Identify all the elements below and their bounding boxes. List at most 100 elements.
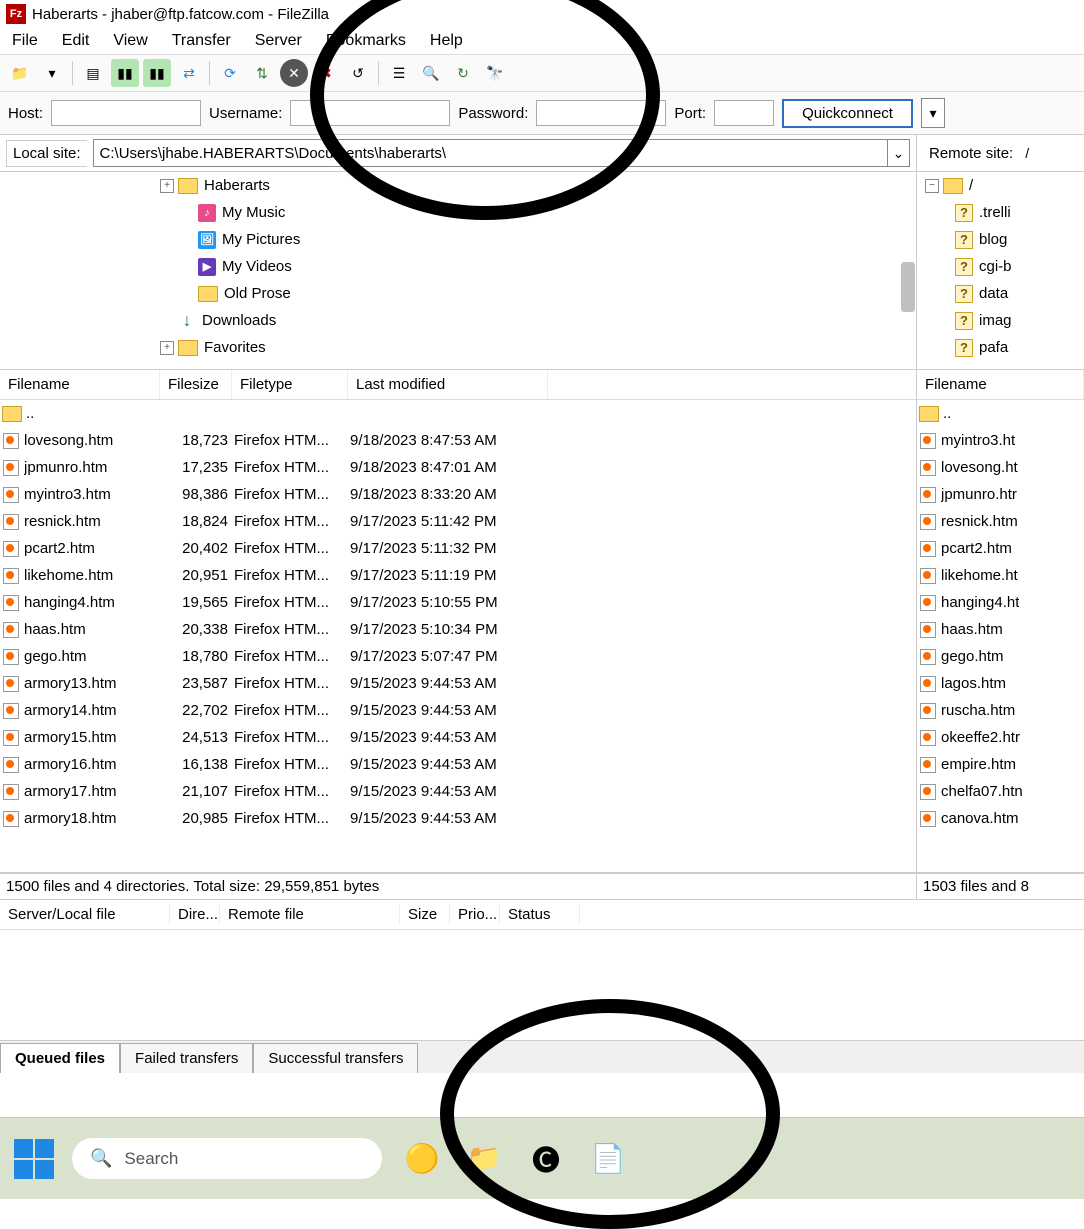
file-row[interactable]: gego.htm18,780Firefox HTM...9/17/2023 5:… xyxy=(0,643,916,670)
menu-help[interactable]: Help xyxy=(430,32,463,50)
queue-col[interactable]: Server/Local file xyxy=(0,904,170,925)
toggle-local-tree-icon[interactable]: ▮▮ xyxy=(111,59,139,87)
menu-transfer[interactable]: Transfer xyxy=(172,32,231,50)
col-filesize[interactable]: Filesize xyxy=(160,370,232,399)
file-row[interactable]: resnick.htm xyxy=(917,508,1084,535)
file-row[interactable]: armory13.htm23,587Firefox HTM...9/15/202… xyxy=(0,670,916,697)
queue-col[interactable]: Remote file xyxy=(220,904,400,925)
file-row[interactable]: armory16.htm16,138Firefox HTM...9/15/202… xyxy=(0,751,916,778)
file-row[interactable]: armory18.htm20,985Firefox HTM...9/15/202… xyxy=(0,805,916,832)
menu-edit[interactable]: Edit xyxy=(62,32,90,50)
remote-file-list[interactable]: Filename ..myintro3.htlovesong.htjpmunro… xyxy=(916,370,1084,872)
file-row[interactable]: resnick.htm18,824Firefox HTM...9/17/2023… xyxy=(0,508,916,535)
file-row[interactable]: likehome.htm20,951Firefox HTM...9/17/202… xyxy=(0,562,916,589)
queue-col[interactable]: Status xyxy=(500,904,580,925)
queue-col[interactable]: Size xyxy=(400,904,450,925)
file-row[interactable]: lovesong.ht xyxy=(917,454,1084,481)
host-input[interactable] xyxy=(51,100,201,126)
search-remote-icon[interactable]: 🔭 xyxy=(481,59,509,87)
quickconnect-button[interactable]: Quickconnect xyxy=(782,99,913,128)
tree-item[interactable]: ?pafa xyxy=(925,334,1084,361)
file-row[interactable]: lovesong.htm18,723Firefox HTM...9/18/202… xyxy=(0,427,916,454)
quickconnect-dropdown-icon[interactable]: ▾ xyxy=(921,98,945,128)
file-row[interactable]: hanging4.ht xyxy=(917,589,1084,616)
col-filetype[interactable]: Filetype xyxy=(232,370,348,399)
taskbar-file-explorer-icon[interactable]: 📁 xyxy=(462,1137,506,1181)
file-row[interactable]: pcart2.htm20,402Firefox HTM...9/17/2023 … xyxy=(0,535,916,562)
file-row[interactable]: likehome.ht xyxy=(917,562,1084,589)
sync-browse-icon[interactable]: ↻ xyxy=(449,59,477,87)
file-row[interactable]: chelfa07.htn xyxy=(917,778,1084,805)
tree-item[interactable]: ?data xyxy=(925,280,1084,307)
tree-item[interactable]: +Haberarts xyxy=(140,172,916,199)
file-row[interactable]: myintro3.htm98,386Firefox HTM...9/18/202… xyxy=(0,481,916,508)
file-row[interactable]: jpmunro.htm17,235Firefox HTM...9/18/2023… xyxy=(0,454,916,481)
tree-item[interactable]: ♪My Music xyxy=(140,199,916,226)
file-row[interactable]: empire.htm xyxy=(917,751,1084,778)
menu-file[interactable]: File xyxy=(12,32,38,50)
cancel-icon[interactable]: ✕ xyxy=(280,59,308,87)
local-tree-scrollbar[interactable] xyxy=(901,262,915,312)
toggle-log-icon[interactable]: ▤ xyxy=(79,59,107,87)
process-queue-icon[interactable]: ⇅ xyxy=(248,59,276,87)
menu-server[interactable]: Server xyxy=(255,32,302,50)
tree-item[interactable]: ?.trelli xyxy=(925,199,1084,226)
disconnect-icon[interactable]: ✖ xyxy=(312,59,340,87)
file-row[interactable]: .. xyxy=(917,400,1084,427)
file-row[interactable]: lagos.htm xyxy=(917,670,1084,697)
file-row[interactable]: jpmunro.htr xyxy=(917,481,1084,508)
dropdown-icon[interactable]: ▾ xyxy=(38,59,66,87)
queue-col[interactable]: Prio... xyxy=(450,904,500,925)
tree-item[interactable]: Old Prose xyxy=(140,280,916,307)
file-row[interactable]: gego.htm xyxy=(917,643,1084,670)
tree-item[interactable]: +Favorites xyxy=(140,334,916,361)
queue-col[interactable]: Dire... xyxy=(170,904,220,925)
remote-site-path[interactable]: / xyxy=(1025,145,1029,161)
file-row[interactable]: armory17.htm21,107Firefox HTM...9/15/202… xyxy=(0,778,916,805)
file-row[interactable]: armory14.htm22,702Firefox HTM...9/15/202… xyxy=(0,697,916,724)
col-remote-filename[interactable]: Filename xyxy=(917,370,1084,399)
local-file-list[interactable]: Filename Filesize Filetype Last modified… xyxy=(0,370,916,872)
file-row[interactable]: haas.htm20,338Firefox HTM...9/17/2023 5:… xyxy=(0,616,916,643)
file-row[interactable]: myintro3.ht xyxy=(917,427,1084,454)
tab-successful-transfers[interactable]: Successful transfers xyxy=(253,1043,418,1073)
file-row[interactable]: ruscha.htm xyxy=(917,697,1084,724)
compare-icon[interactable]: 🔍 xyxy=(417,59,445,87)
reconnect-icon[interactable]: ↺ xyxy=(344,59,372,87)
menu-bookmarks[interactable]: Bookmarks xyxy=(326,32,406,50)
col-filename[interactable]: Filename xyxy=(0,370,160,399)
file-row[interactable]: okeeffe2.htr xyxy=(917,724,1084,751)
file-row[interactable]: .. xyxy=(0,400,916,427)
start-button[interactable] xyxy=(14,1139,54,1179)
taskbar-search-input[interactable]: 🔍 Search xyxy=(72,1138,382,1179)
file-row[interactable]: canova.htm xyxy=(917,805,1084,832)
local-tree[interactable]: +Haberarts♪My Music🖼My Pictures▶My Video… xyxy=(0,172,916,369)
file-row[interactable]: haas.htm xyxy=(917,616,1084,643)
tab-failed-transfers[interactable]: Failed transfers xyxy=(120,1043,253,1073)
taskbar-app-circle-icon[interactable]: 🟡 xyxy=(400,1137,444,1181)
filter-icon[interactable]: ☰ xyxy=(385,59,413,87)
taskbar-ccleaner-icon[interactable]: 🅒 xyxy=(524,1137,568,1181)
tree-item[interactable]: 🖼My Pictures xyxy=(140,226,916,253)
queue-body[interactable] xyxy=(0,930,1084,1040)
tree-root[interactable]: −/ xyxy=(925,172,1084,199)
file-row[interactable]: pcart2.htm xyxy=(917,535,1084,562)
local-list-scrollbar[interactable] xyxy=(0,832,916,872)
tab-queued-files[interactable]: Queued files xyxy=(0,1043,120,1073)
local-site-dropdown-icon[interactable]: ⌄ xyxy=(888,139,910,167)
username-input[interactable] xyxy=(290,100,450,126)
tree-item[interactable]: ↓Downloads xyxy=(140,307,916,334)
password-input[interactable] xyxy=(536,100,666,126)
col-lastmodified[interactable]: Last modified xyxy=(348,370,548,399)
remote-tree[interactable]: −/?.trelli?blog?cgi-b?data?imag?pafa xyxy=(916,172,1084,369)
menu-view[interactable]: View xyxy=(113,32,147,50)
tree-item[interactable]: ?imag xyxy=(925,307,1084,334)
site-manager-icon[interactable]: 📁 xyxy=(6,59,34,87)
tree-item[interactable]: ?blog xyxy=(925,226,1084,253)
file-row[interactable]: armory15.htm24,513Firefox HTM...9/15/202… xyxy=(0,724,916,751)
port-input[interactable] xyxy=(714,100,774,126)
tree-item[interactable]: ?cgi-b xyxy=(925,253,1084,280)
local-site-path-input[interactable] xyxy=(93,139,888,167)
toggle-remote-tree-icon[interactable]: ▮▮ xyxy=(143,59,171,87)
file-row[interactable]: hanging4.htm19,565Firefox HTM...9/17/202… xyxy=(0,589,916,616)
